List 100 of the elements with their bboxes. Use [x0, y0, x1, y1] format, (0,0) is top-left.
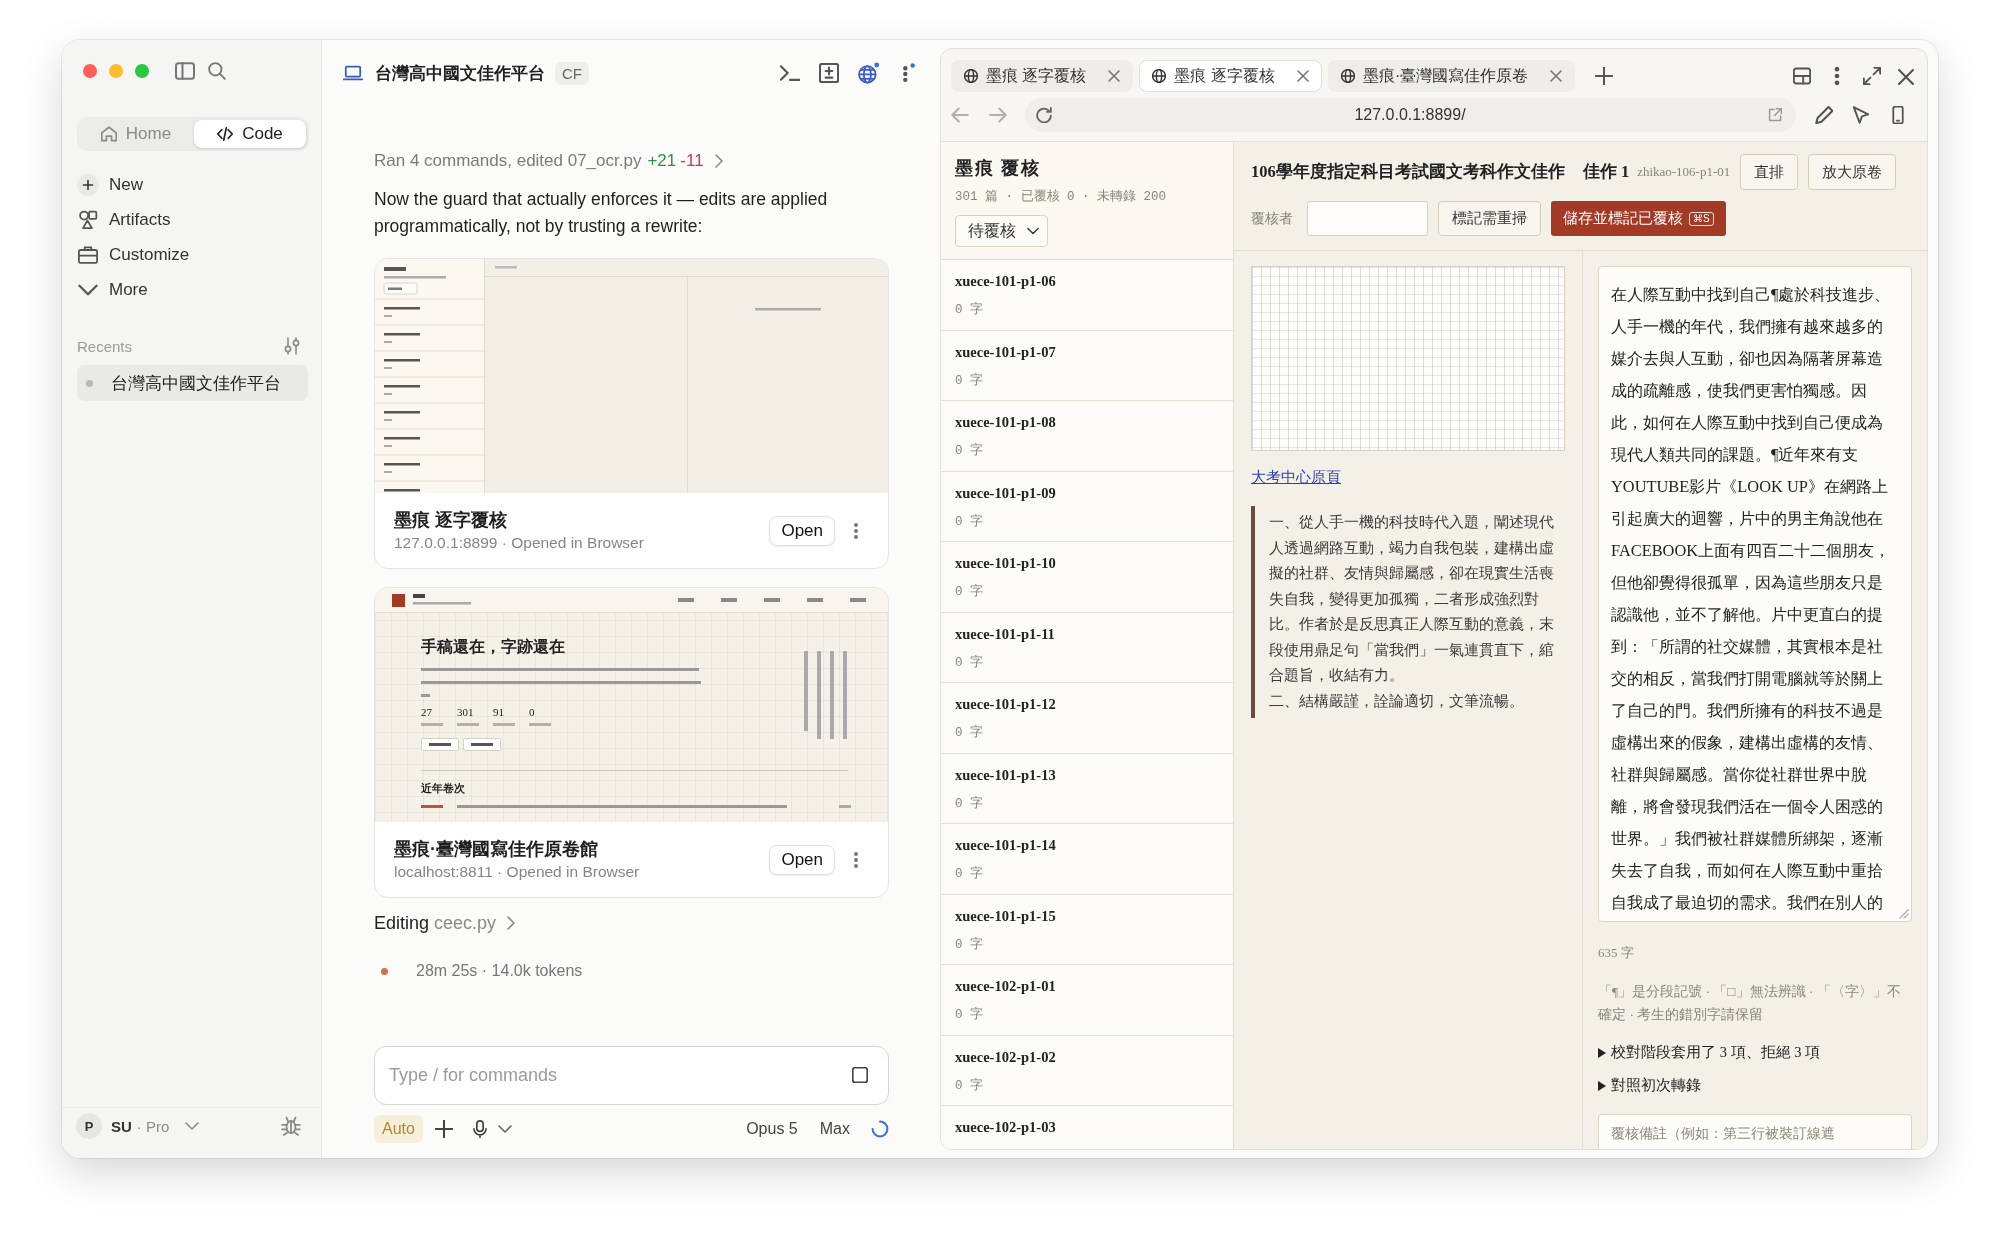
essay-list-item[interactable]: xuece-101-p1-12 0 字: [941, 683, 1233, 754]
artifact-title: 墨痕 逐字覆核: [394, 509, 508, 532]
project-badge: CF: [555, 61, 589, 85]
essay-list-item[interactable]: xuece-101-p1-07 0 字: [941, 330, 1233, 401]
legend-text: 「¶」是分段記號 · 「□」無法辨識 · 「〈字〉」不確定 · 考生的錯別字請保留: [1598, 983, 1902, 1024]
external-link-icon[interactable]: [1768, 107, 1782, 122]
essay-list-item[interactable]: xuece-101-p1-13 0 字: [941, 753, 1233, 824]
list-stats: 301 篇 · 已覆核 0 · 未轉錄 200: [955, 189, 1168, 205]
stat-label-drawing: [493, 723, 515, 726]
resize-handle-icon[interactable]: [1899, 909, 1909, 919]
essay-list-item[interactable]: xuece-101-p1-06 0 字: [941, 260, 1233, 331]
preview-section-title: 近年卷次: [421, 782, 466, 796]
essay-id: xuece-102-p1-01: [955, 977, 1056, 996]
plus-icon: [77, 173, 99, 196]
stop-icon[interactable]: [852, 1067, 868, 1083]
chevron-down-icon: [1027, 225, 1039, 237]
essay-list-item[interactable]: xuece-101-p1-08 0 字: [941, 401, 1233, 472]
close-icon[interactable]: [1296, 70, 1309, 82]
effort-selector[interactable]: Max: [819, 1120, 850, 1138]
action-button[interactable]: 直排: [1740, 154, 1799, 190]
notes-field[interactable]: 覆核備註（例如：第三行被裝訂線遮: [1598, 1114, 1912, 1149]
search-icon[interactable]: [208, 62, 226, 80]
stat-number: 0: [529, 705, 536, 719]
logo-icon: [392, 593, 405, 607]
chevron-down-icon[interactable]: [185, 1119, 200, 1133]
list-title: 墨痕 覆核: [955, 157, 1043, 180]
new-tab-icon[interactable]: [1595, 67, 1614, 85]
essay-id: xuece-101-p1-08: [955, 413, 1056, 432]
globe-icon: [1152, 69, 1167, 83]
globe-icon: [964, 69, 978, 83]
mark-rescan-button[interactable]: 標記需重掃: [1438, 201, 1541, 236]
sliders-icon[interactable]: [283, 337, 301, 355]
essay-list-item[interactable]: xuece-101-p1-15 0 字: [941, 894, 1233, 965]
essay-list-item[interactable]: xuece-102-p1-01 0 字: [941, 965, 1233, 1036]
char-count: 0 字: [955, 795, 983, 812]
status-dot-icon: [381, 967, 388, 975]
reload-icon[interactable]: [1036, 106, 1052, 123]
essay-id: xuece-101-p1-09: [955, 483, 1056, 503]
browser-tab[interactable]: 墨痕 逐字覆核: [1139, 60, 1322, 92]
microphone-icon[interactable]: [470, 1120, 489, 1138]
close-icon[interactable]: [1550, 70, 1563, 82]
essay-list-item[interactable]: xuece-101-p1-11 0 字: [941, 612, 1233, 683]
plus-icon[interactable]: [434, 1120, 453, 1138]
action-button[interactable]: 放大原卷: [1808, 154, 1897, 190]
address-bar[interactable]: 127.0.0.1:8899/: [1025, 97, 1796, 132]
nav-item[interactable]: More: [77, 272, 308, 307]
user-avatar[interactable]: P: [76, 1113, 102, 1139]
globe-icon[interactable]: [858, 62, 880, 84]
lines-added: +21: [647, 151, 677, 171]
stat-label-drawing: [457, 723, 479, 726]
laptop-icon: [343, 63, 363, 83]
essay-list-item[interactable]: xuece-101-p1-14 0 字: [941, 824, 1233, 895]
file-name: ceec.py: [434, 912, 497, 934]
essay-id: xuece-101-p1-06: [955, 272, 1056, 291]
phone-icon[interactable]: [1889, 105, 1907, 124]
pointer-icon[interactable]: [1852, 105, 1870, 124]
browser-tab[interactable]: 墨痕 逐字覆核: [951, 60, 1134, 92]
layout-icon[interactable]: [1793, 67, 1811, 85]
nav-item[interactable]: Artifacts: [77, 202, 308, 237]
essay-list-item[interactable]: xuece-101-p1-09 0 字: [941, 471, 1233, 542]
recent-item[interactable]: 台灣高中國文佳作平台: [77, 365, 308, 401]
diff-icon[interactable]: [819, 63, 839, 83]
section-label: Recents: [77, 337, 133, 355]
close-icon[interactable]: [1108, 70, 1121, 82]
char-count: 0 字: [955, 584, 983, 600]
nav-item[interactable]: New: [77, 167, 308, 202]
site-name-drawing: [413, 593, 473, 607]
disclosure-toggle[interactable]: 對照初次轉錄: [1598, 1075, 1912, 1096]
sidebar-toggle-icon[interactable]: [175, 61, 195, 81]
essay-list-item[interactable]: xuece-102-p1-03: [941, 1106, 1233, 1149]
bug-icon[interactable]: [281, 1116, 301, 1136]
model-selector[interactable]: Opus 5: [746, 1120, 798, 1138]
essay-list-item[interactable]: xuece-101-p1-10 0 字: [941, 542, 1233, 613]
open-button[interactable]: Open: [769, 515, 835, 546]
browser-tab[interactable]: 墨痕·臺灣國寫佳作原卷: [1327, 60, 1576, 92]
open-button[interactable]: Open: [769, 844, 835, 875]
disclosure-toggle[interactable]: 校對階段套用了 3 項、拒絕 3 項: [1598, 1042, 1912, 1063]
terminal-icon[interactable]: [780, 63, 800, 83]
globe-icon: [1340, 69, 1355, 83]
nav-item[interactable]: Customize: [77, 237, 308, 272]
reviewer-input[interactable]: [1307, 201, 1428, 236]
char-count: 0 字: [955, 866, 983, 882]
essay-list-item[interactable]: xuece-102-p1-02 0 字: [941, 1035, 1233, 1106]
close-icon[interactable]: [1898, 69, 1914, 85]
essay-id: xuece-101-p1-14: [955, 836, 1056, 855]
project-title: 台灣高中國文佳作平台: [375, 62, 545, 85]
message-input[interactable]: Type / for commands: [374, 1046, 889, 1105]
transcript-field[interactable]: 在人際互動中找到自己¶處於科技進步、 人手一機的年代，我們擁有越來越多的 媒介去與人互動，卻也因為隔著屏幕造 成的疏離感，使我們更害怕獨感。因 此，如何在人際互動中找到自己便成為 現代人類共同的課題。¶近年來有支 YOUTUBE影片《LOOK UP》在網路上 引起廣大的迴響，片中的男主角說他在 FACEBOOK上面有四百二十二個朋友， 但他卻覺得很孤單，因為這些朋友只是 認識他，並不了解他。片中更直白的提 到：「所謂的社交媒體，其實根本是社 交的相反，當我們打開電腦就等於關上 了自己的門。我們所擁有的科技不過是 虛構出來的假象，建構出虛構的友情、 社群與歸屬感。當你從社群世界中脫 離，將會發現我們活在一個令人困惑的 世界。」我們被社群媒體所綁架，逐漸 失去了自我，而如何在人際互動中重拾 自我成了最迫切的需求。我們在別人的: [1598, 266, 1912, 922]
pencil-icon[interactable]: [1815, 105, 1833, 124]
stat-number: 27: [421, 705, 433, 719]
chevron-down-icon[interactable]: [497, 1122, 512, 1136]
save-button[interactable]: 儲存並標記已覆核 ⌘S: [1551, 201, 1726, 236]
source-link[interactable]: 大考中心原頁: [1251, 468, 1341, 486]
home-icon: [100, 126, 117, 142]
editing-status: Editing: [374, 912, 430, 934]
expand-icon[interactable]: [1863, 67, 1881, 85]
status-filter[interactable]: 待覆核: [955, 215, 1048, 247]
mode-tab[interactable]: Code: [194, 120, 306, 148]
char-count: 0 字: [955, 1077, 983, 1094]
char-count: 635 字: [1598, 945, 1635, 961]
